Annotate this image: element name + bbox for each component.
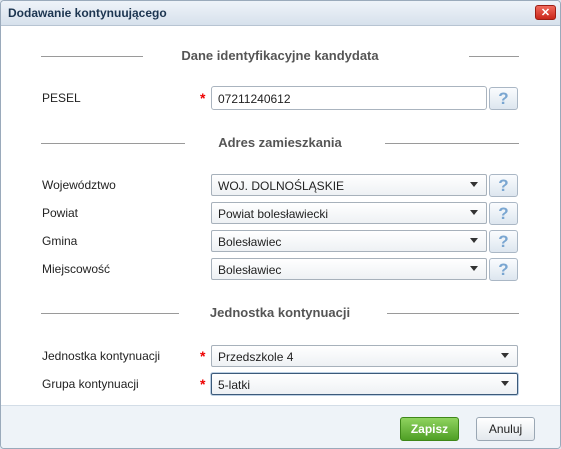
chevron-down-icon [501,353,509,358]
grupa-label: Grupa kontynuacji [42,377,139,391]
miejscowosc-help-button[interactable]: ? [489,258,518,281]
miejscowosc-select[interactable]: Bolesławiec [211,258,487,280]
dialog-footer: Zapisz Anuluj [1,405,560,448]
wojewodztwo-label: Województwo [42,178,116,192]
chevron-down-icon [470,266,478,271]
required-marker: * [200,348,206,364]
required-marker: * [200,376,206,392]
section-divider [385,143,519,144]
pesel-input[interactable]: 07211240612 [211,86,487,110]
section-divider [387,313,519,314]
dialog-body: Dane identyfikacyjne kandydata PESEL * 0… [1,26,560,406]
cancel-button[interactable]: Anuluj [476,417,535,441]
help-icon: ? [498,260,509,279]
help-icon: ? [498,232,509,251]
pesel-help-button[interactable]: ? [489,87,518,110]
chevron-down-icon [501,381,509,386]
required-marker: * [200,90,206,106]
wojewodztwo-help-button[interactable]: ? [489,174,518,197]
row-wojewodztwo: Województwo WOJ. DOLNOŚLĄSKIE ? [1,173,560,197]
help-icon: ? [498,89,509,108]
dialog-window: Dodawanie kontynuującego ✕ Dane identyfi… [0,0,561,449]
grupa-value: 5-latki [218,378,251,392]
row-jednostka: Jednostka kontynuacji * Przedszkole 4 [1,344,560,368]
grupa-select[interactable]: 5-latki [211,373,518,395]
chevron-down-icon [470,238,478,243]
row-miejscowosc: Miejscowość Bolesławiec ? [1,257,560,281]
help-icon: ? [498,176,509,195]
dialog-titlebar[interactable]: Dodawanie kontynuującego ✕ [1,1,560,26]
wojewodztwo-value: WOJ. DOLNOŚLĄSKIE [218,179,345,193]
jednostka-label: Jednostka kontynuacji [42,349,161,363]
close-button[interactable]: ✕ [535,5,556,20]
wojewodztwo-select[interactable]: WOJ. DOLNOŚLĄSKIE [211,174,487,196]
powiat-select[interactable]: Powiat bolesławiecki [211,202,487,224]
miejscowosc-label: Miejscowość [42,262,111,276]
save-button[interactable]: Zapisz [400,417,459,441]
row-powiat: Powiat Powiat bolesławiecki ? [1,201,560,225]
help-icon: ? [498,204,509,223]
gmina-select[interactable]: Bolesławiec [211,230,487,252]
section-header-unit: Jednostka kontynuacji [41,303,519,323]
section-title: Dane identyfikacyjne kandydata [181,48,379,63]
close-icon: ✕ [540,7,551,19]
section-header-identity: Dane identyfikacyjne kandydata [41,46,519,66]
gmina-label: Gmina [42,234,78,248]
powiat-help-button[interactable]: ? [489,202,518,225]
gmina-help-button[interactable]: ? [489,230,518,253]
jednostka-value: Przedszkole 4 [218,350,294,364]
miejscowosc-value: Bolesławiec [218,263,282,277]
dialog-title: Dodawanie kontynuującego [8,6,167,20]
powiat-value: Powiat bolesławiecki [218,207,329,221]
gmina-value: Bolesławiec [218,235,282,249]
chevron-down-icon [470,182,478,187]
pesel-label: PESEL [42,91,81,105]
section-divider [469,56,519,57]
row-pesel: PESEL * 07211240612 ? [1,86,560,110]
row-grupa: Grupa kontynuacji * 5-latki [1,372,560,396]
powiat-label: Powiat [42,206,79,220]
chevron-down-icon [470,210,478,215]
section-header-address: Adres zamieszkania [41,133,519,153]
row-gmina: Gmina Bolesławiec ? [1,229,560,253]
jednostka-select[interactable]: Przedszkole 4 [211,345,518,367]
